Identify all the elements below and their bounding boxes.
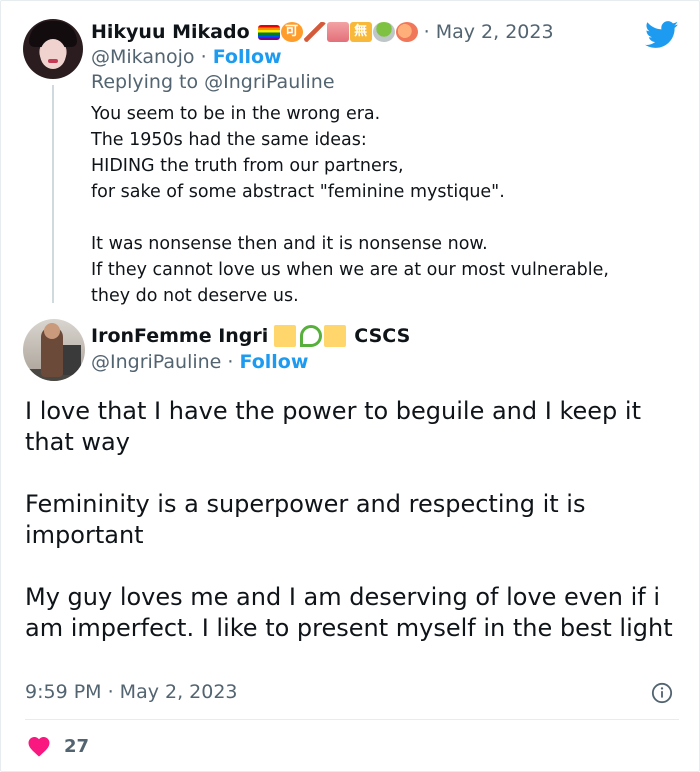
yellow-square-icon (324, 325, 347, 347)
embedded-tweet-card: Hikyuu Mikado 可 無 · May 2, 2023 @Mikanoj… (0, 0, 700, 772)
like-action[interactable]: 27 (27, 735, 89, 757)
thread-connector-line (52, 85, 54, 303)
replying-to-label[interactable]: Replying to @IngriPauline (91, 71, 335, 93)
divider (25, 719, 679, 720)
follow-button[interactable]: Follow (213, 46, 282, 68)
peach-icon (395, 22, 418, 42)
parent-handle[interactable]: @Mikanojo (91, 46, 195, 68)
building-icon (326, 22, 349, 42)
main-tweet-header: IronFemme Ingri CSCS (91, 323, 410, 349)
separator-dot: · (227, 351, 234, 373)
parent-display-name[interactable]: Hikyuu Mikado (91, 21, 250, 43)
tweet-timestamp[interactable]: 9:59 PM · May 2, 2023 (25, 681, 238, 703)
feather-icon (303, 22, 326, 42)
name-suffix: CSCS (354, 325, 411, 347)
follow-button[interactable]: Follow (240, 351, 309, 373)
avatar-ingri[interactable] (23, 319, 85, 381)
avatar-hikyuu[interactable] (23, 19, 83, 79)
parent-date[interactable]: · May 2, 2023 (424, 21, 554, 43)
main-tweet-text: I love that I have the power to beguile … (25, 397, 673, 642)
twitter-bird-icon[interactable] (645, 21, 679, 49)
parent-tweet-text: You seem to be in the wrong era. The 195… (91, 104, 609, 306)
parent-tweet-header: Hikyuu Mikado 可 無 · May 2, 2023 (91, 19, 554, 45)
rainbow-flag-icon (257, 24, 280, 40)
parent-handle-row: @Mikanojo · Follow (91, 46, 282, 68)
like-count: 27 (64, 735, 90, 757)
ke-button-icon: 可 (280, 22, 303, 42)
separator-dot: · (200, 46, 207, 68)
yellow-square-icon (274, 325, 297, 347)
main-handle[interactable]: @IngriPauline (91, 351, 221, 373)
mu-button-icon: 無 (349, 22, 372, 42)
heart-icon[interactable] (27, 735, 51, 757)
main-display-name[interactable]: IronFemme Ingri (91, 325, 268, 347)
info-icon[interactable] (651, 682, 673, 704)
sprout-icon (300, 325, 323, 347)
matcha-bowl-icon (372, 22, 395, 42)
main-handle-row: @IngriPauline · Follow (91, 351, 308, 373)
parent-name-emojis: 可 無 (257, 22, 418, 42)
